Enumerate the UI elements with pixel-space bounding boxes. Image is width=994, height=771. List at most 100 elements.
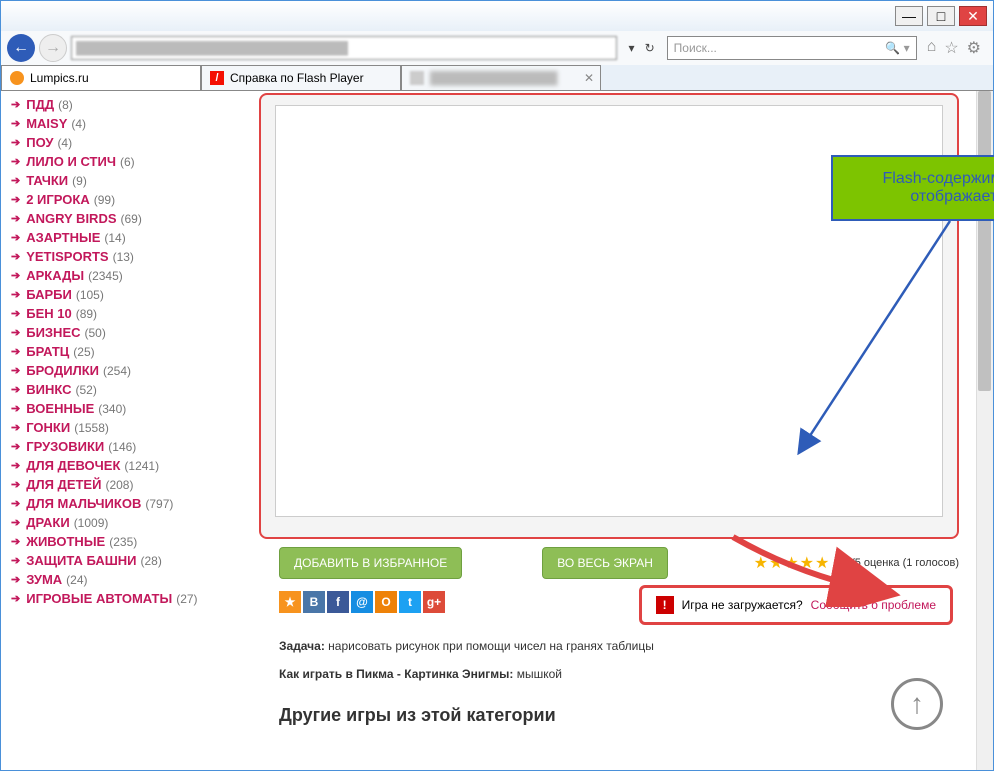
back-button[interactable]: ←: [7, 34, 35, 62]
forward-button[interactable]: →: [39, 34, 67, 62]
tab-third[interactable]: ███████████████ ✕: [401, 65, 601, 90]
sidebar-item[interactable]: ➔АРКАДЫ(2345): [1, 266, 233, 285]
category-link[interactable]: БАРБИ: [26, 287, 72, 302]
category-link[interactable]: АЗАРТНЫЕ: [26, 230, 100, 245]
category-count: (69): [121, 212, 142, 226]
search-icon[interactable]: 🔍 ▾: [885, 41, 909, 55]
category-link[interactable]: ИГРОВЫЕ АВТОМАТЫ: [26, 591, 172, 606]
sidebar-item[interactable]: ➔ANGRY BIRDS(69): [1, 209, 233, 228]
favorites-icon[interactable]: ☆: [944, 38, 958, 58]
sidebar-item[interactable]: ➔БИЗНЕС(50): [1, 323, 233, 342]
howto-label: Как играть в Пикма - Картинка Энигмы:: [279, 667, 513, 681]
refresh-icon[interactable]: ↻: [641, 41, 659, 55]
category-link[interactable]: ЗАЩИТА БАШНИ: [26, 553, 136, 568]
category-link[interactable]: АРКАДЫ: [26, 268, 84, 283]
sidebar-item[interactable]: ➔ЗУМА(24): [1, 570, 233, 589]
sidebar-item[interactable]: ➔MAISY(4): [1, 114, 233, 133]
category-link[interactable]: БИЗНЕС: [26, 325, 80, 340]
address-bar[interactable]: ████████████████████████████████: [71, 36, 617, 60]
category-link[interactable]: ГОНКИ: [26, 420, 70, 435]
category-link[interactable]: YETISPORTS: [26, 249, 108, 264]
category-link[interactable]: ДРАКИ: [26, 515, 69, 530]
category-count: (146): [108, 440, 136, 454]
sidebar-item[interactable]: ➔ДЛЯ ДЕВОЧЕК(1241): [1, 456, 233, 475]
share-favorite-icon[interactable]: ★: [279, 591, 301, 613]
sidebar-item[interactable]: ➔ИГРОВЫЕ АВТОМАТЫ(27): [1, 589, 233, 608]
arrow-icon: ➔: [11, 459, 20, 472]
category-link[interactable]: ЗУМА: [26, 572, 62, 587]
other-games-heading: Другие игры из этой категории: [279, 705, 556, 726]
fullscreen-button[interactable]: ВО ВЕСЬ ЭКРАН: [542, 547, 668, 579]
share-mailru-icon[interactable]: @: [351, 591, 373, 613]
titlebar: — □ ✕: [1, 1, 993, 31]
category-link[interactable]: ПДД: [26, 97, 54, 112]
scroll-top-button[interactable]: ↑: [891, 678, 943, 730]
sidebar-item[interactable]: ➔2 ИГРОКА(99): [1, 190, 233, 209]
share-twitter-icon[interactable]: t: [399, 591, 421, 613]
category-link[interactable]: ANGRY BIRDS: [26, 211, 116, 226]
tab-label: Справка по Flash Player: [230, 71, 364, 85]
share-facebook-icon[interactable]: f: [327, 591, 349, 613]
category-link[interactable]: ПОУ: [26, 135, 53, 150]
sidebar-item[interactable]: ➔ГОНКИ(1558): [1, 418, 233, 437]
dropdown-icon[interactable]: ▾: [625, 41, 639, 55]
tab-flash-help[interactable]: / Справка по Flash Player: [201, 65, 401, 90]
favicon-blur: [410, 71, 424, 85]
page-body: ➔ПДД(8)➔MAISY(4)➔ПОУ(4)➔ЛИЛО И СТИЧ(6)➔Т…: [1, 91, 993, 770]
sidebar-item[interactable]: ➔БРАТЦ(25): [1, 342, 233, 361]
sidebar-item[interactable]: ➔YETISPORTS(13): [1, 247, 233, 266]
favicon-adobe: /: [210, 71, 224, 85]
tab-lumpics[interactable]: Lumpics.ru: [1, 65, 201, 90]
arrow-icon: ➔: [11, 421, 20, 434]
category-link[interactable]: ДЛЯ МАЛЬЧИКОВ: [26, 496, 141, 511]
sidebar-item[interactable]: ➔БРОДИЛКИ(254): [1, 361, 233, 380]
sidebar-item[interactable]: ➔ЛИЛО И СТИЧ(6): [1, 152, 233, 171]
category-link[interactable]: БРАТЦ: [26, 344, 69, 359]
home-icon[interactable]: ⌂: [927, 38, 937, 58]
sidebar-item[interactable]: ➔ГРУЗОВИКИ(146): [1, 437, 233, 456]
sidebar-item[interactable]: ➔ДРАКИ(1009): [1, 513, 233, 532]
category-count: (105): [76, 288, 104, 302]
settings-icon[interactable]: ⚙: [967, 38, 981, 58]
sidebar-item[interactable]: ➔ВОЕННЫЕ(340): [1, 399, 233, 418]
category-link[interactable]: БРОДИЛКИ: [26, 363, 99, 378]
close-button[interactable]: ✕: [959, 6, 987, 26]
category-count: (254): [103, 364, 131, 378]
sidebar-item[interactable]: ➔ВИНКС(52): [1, 380, 233, 399]
category-link[interactable]: ВОЕННЫЕ: [26, 401, 94, 416]
category-count: (52): [76, 383, 97, 397]
category-link[interactable]: ДЛЯ ДЕТЕЙ: [26, 477, 101, 492]
category-link[interactable]: ТАЧКИ: [26, 173, 68, 188]
maximize-button[interactable]: □: [927, 6, 955, 26]
tab-close-icon[interactable]: ✕: [584, 71, 594, 85]
category-link[interactable]: ВИНКС: [26, 382, 71, 397]
share-vk-icon[interactable]: B: [303, 591, 325, 613]
howto-text: мышкой: [517, 667, 562, 681]
share-gplus-icon[interactable]: g+: [423, 591, 445, 613]
add-favorite-button[interactable]: ДОБАВИТЬ В ИЗБРАННОЕ: [279, 547, 462, 579]
sidebar-item[interactable]: ➔ПДД(8): [1, 95, 233, 114]
category-link[interactable]: 2 ИГРОКА: [26, 192, 90, 207]
sidebar-item[interactable]: ➔ДЛЯ ДЕТЕЙ(208): [1, 475, 233, 494]
search-box[interactable]: Поиск... 🔍 ▾: [667, 36, 917, 60]
sidebar-item[interactable]: ➔ДЛЯ МАЛЬЧИКОВ(797): [1, 494, 233, 513]
sidebar-item[interactable]: ➔ТАЧКИ(9): [1, 171, 233, 190]
sidebar-item[interactable]: ➔БЕН 10(89): [1, 304, 233, 323]
arrow-icon: ➔: [11, 345, 20, 358]
sidebar-item[interactable]: ➔ПОУ(4): [1, 133, 233, 152]
category-link[interactable]: БЕН 10: [26, 306, 71, 321]
category-link[interactable]: ГРУЗОВИКИ: [26, 439, 104, 454]
category-link[interactable]: ЛИЛО И СТИЧ: [26, 154, 116, 169]
sidebar-item[interactable]: ➔ЖИВОТНЫЕ(235): [1, 532, 233, 551]
howto-description: Как играть в Пикма - Картинка Энигмы: мы…: [279, 667, 562, 681]
sidebar-item[interactable]: ➔ЗАЩИТА БАШНИ(28): [1, 551, 233, 570]
category-link[interactable]: ЖИВОТНЫЕ: [26, 534, 105, 549]
sidebar-item[interactable]: ➔АЗАРТНЫЕ(14): [1, 228, 233, 247]
minimize-button[interactable]: —: [895, 6, 923, 26]
category-link[interactable]: ДЛЯ ДЕВОЧЕК: [26, 458, 120, 473]
category-link[interactable]: MAISY: [26, 116, 67, 131]
arrow-icon: ➔: [11, 535, 20, 548]
tab-strip: Lumpics.ru / Справка по Flash Player ███…: [1, 65, 993, 91]
sidebar-item[interactable]: ➔БАРБИ(105): [1, 285, 233, 304]
share-ok-icon[interactable]: O: [375, 591, 397, 613]
